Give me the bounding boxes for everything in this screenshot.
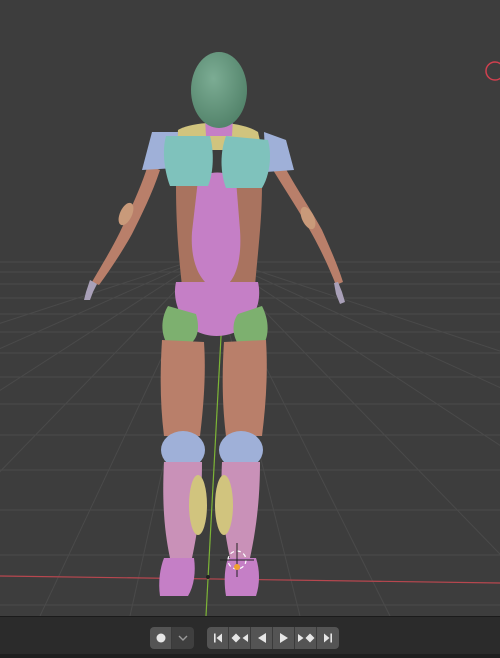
viewport-canvas[interactable] — [0, 0, 500, 616]
y-axis-line — [205, 317, 223, 616]
next-keyframe-icon[interactable] — [295, 627, 317, 649]
right-calf[interactable] — [215, 475, 233, 535]
previous-keyframe-icon[interactable] — [229, 627, 251, 649]
right-foot[interactable] — [224, 558, 259, 596]
character-model[interactable] — [84, 52, 345, 596]
right-scapula[interactable] — [221, 136, 271, 188]
record-dot-icon[interactable] — [150, 627, 172, 649]
left-thigh[interactable] — [160, 340, 205, 436]
status-strip — [0, 654, 500, 658]
right-thigh[interactable] — [222, 340, 267, 436]
left-calf[interactable] — [189, 475, 207, 535]
spine-panel[interactable] — [191, 172, 241, 291]
play-reverse-icon[interactable] — [251, 627, 273, 649]
play-icon[interactable] — [273, 627, 295, 649]
3d-viewport[interactable] — [0, 0, 500, 616]
left-foot[interactable] — [159, 558, 195, 596]
left-hand[interactable] — [84, 280, 97, 300]
left-scapula[interactable] — [163, 136, 213, 186]
left-arm[interactable] — [92, 165, 160, 285]
navigation-gizmo-x-icon[interactable] — [485, 61, 500, 81]
jump-to-start-icon[interactable] — [207, 627, 229, 649]
origin-dot-icon — [206, 575, 210, 579]
right-hand[interactable] — [334, 282, 345, 304]
keying-controls — [150, 627, 194, 649]
playback-controls — [207, 627, 339, 649]
timeline-header — [0, 616, 500, 658]
jump-to-end-icon[interactable] — [317, 627, 339, 649]
chevron-down-icon[interactable] — [172, 627, 194, 649]
